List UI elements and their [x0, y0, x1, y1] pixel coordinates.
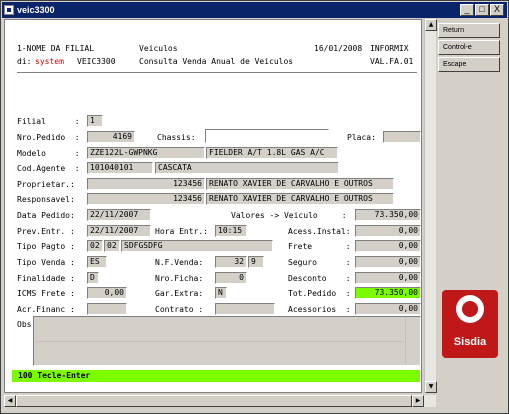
- version-code: VAL.FA.01: [370, 57, 414, 66]
- placa-label: Placa:: [347, 133, 376, 142]
- pedido-label: Nro.Pedido :: [17, 133, 80, 142]
- tipo-pagto-desc: SDFGSDFG: [121, 240, 273, 252]
- action-button-panel: Return Control-e Escape: [438, 23, 500, 74]
- desconto-label: Desconto :: [288, 274, 351, 283]
- tot-pedido-field: 73.350,00: [355, 287, 421, 299]
- window-title: veic3300: [17, 5, 55, 15]
- scroll-right-icon[interactable]: ▶: [412, 395, 424, 407]
- chassis-input[interactable]: [205, 129, 329, 143]
- seguro-field[interactable]: 0,00: [355, 256, 421, 268]
- responsavel-label: Responsavel:: [17, 195, 75, 204]
- app-window: veic3300 _ □ X 1-NOME DA FILIAL Veiculos…: [0, 0, 509, 414]
- minimize-button[interactable]: _: [460, 4, 474, 16]
- frete-field[interactable]: 0,00: [355, 240, 421, 252]
- branch-name: 1-NOME DA FILIAL: [17, 44, 95, 53]
- scroll-up-icon[interactable]: ▲: [425, 19, 437, 31]
- obs-textarea[interactable]: [33, 316, 421, 366]
- proprietario-label: Proprietar.:: [17, 180, 75, 189]
- proprietario-name-field: RENATO XAVIER DE CARVALHO E OUTROS: [206, 178, 394, 190]
- nf-venda-label: N.F.Venda:: [155, 258, 204, 267]
- nf-venda-field-2[interactable]: 9: [248, 256, 264, 268]
- status-message: 100 Tecle-Enter: [18, 371, 91, 380]
- acr-financ-field[interactable]: [87, 303, 127, 315]
- obs-text-area: [34, 317, 406, 365]
- program-code: VEIC3300: [77, 57, 116, 66]
- scroll-left-icon[interactable]: ◀: [4, 395, 16, 407]
- placa-field[interactable]: [383, 131, 421, 143]
- finalidade-label: Finalidade :: [17, 274, 75, 283]
- logo-text: Sisdia: [453, 336, 487, 348]
- gar-extra-field[interactable]: N: [215, 287, 227, 299]
- tipo-pagto-code2[interactable]: 02: [104, 240, 120, 252]
- prev-entr-label: Prev.Entr. :: [17, 227, 75, 236]
- filial-label: Filial :: [17, 117, 80, 126]
- nro-ficha-field[interactable]: 0: [215, 272, 247, 284]
- veiculo-value-field[interactable]: 73.350,00: [355, 209, 421, 221]
- icms-frete-label: ICMS Frete :: [17, 289, 75, 298]
- modelo-desc-field: FIELDER A/T 1.8L GAS A/C: [206, 147, 338, 159]
- terminal-screen: 1-NOME DA FILIAL Veiculos 16/01/2008 INF…: [4, 19, 422, 393]
- contrato-field[interactable]: [215, 303, 275, 315]
- responsavel-code-field[interactable]: 123456: [87, 193, 205, 205]
- agente-label: Cod.Agente :: [17, 164, 80, 173]
- tipo-pagto-label: Tipo Pagto :: [17, 242, 75, 251]
- acess-field[interactable]: 0,00: [355, 225, 421, 237]
- proprietario-code-field[interactable]: 123456: [87, 178, 205, 190]
- seguro-label: Seguro :: [288, 258, 351, 267]
- prev-entr-field[interactable]: 22/11/2007: [87, 225, 151, 237]
- frete-label: Frete :: [288, 242, 351, 251]
- valores-veiculo-label: Valores -> Veiculo :: [231, 211, 347, 220]
- modelo-label: Modelo :: [17, 149, 80, 158]
- scroll-down-icon[interactable]: ▼: [425, 381, 437, 393]
- tipo-venda-field[interactable]: ES: [87, 256, 107, 268]
- acr-financ-label: Acr.Financ :: [17, 305, 75, 314]
- acessorios-label: Acessorios :: [288, 305, 351, 314]
- sisdia-logo: Sisdia: [442, 290, 498, 358]
- acess-label: Acess.Instal:: [288, 227, 351, 236]
- screen-title: Consulta Venda Anual de Veiculos: [139, 57, 294, 66]
- user-name: system: [35, 57, 64, 66]
- horizontal-scroll-thumb[interactable]: [16, 395, 412, 407]
- hora-entr-label: Hora Entr.:: [155, 227, 208, 236]
- database-name: INFORMIX: [370, 44, 409, 53]
- modelo-code-field[interactable]: ZZE122L-GWPNKG: [87, 147, 205, 159]
- header-date: 16/01/2008: [314, 44, 363, 53]
- data-pedido-field[interactable]: 22/11/2007: [87, 209, 151, 221]
- close-button[interactable]: X: [490, 4, 504, 16]
- horizontal-scrollbar[interactable]: ◀ ▶: [4, 395, 436, 407]
- hora-entr-field[interactable]: 10:15: [215, 225, 247, 237]
- obs-line-divider: [36, 341, 404, 342]
- module-title: Veiculos: [139, 44, 178, 53]
- finalidade-field[interactable]: D: [87, 272, 99, 284]
- logo-ring-icon: [456, 295, 484, 323]
- nro-ficha-label: Nro.Ficha:: [155, 274, 204, 283]
- filial-field[interactable]: 1: [87, 115, 103, 127]
- chassis-label: Chassis:: [157, 133, 196, 142]
- obs-label: Obs: [17, 320, 32, 329]
- acessorios-field[interactable]: 0,00: [355, 303, 421, 315]
- header-divider: [17, 72, 417, 74]
- tot-pedido-label: Tot.Pedido :: [288, 289, 351, 298]
- agente-code-field[interactable]: 101040101: [87, 162, 153, 174]
- gar-extra-label: Gar.Extra:: [155, 289, 204, 298]
- status-message-bar: 100 Tecle-Enter: [12, 370, 420, 382]
- contrato-label: Contrato :: [155, 305, 204, 314]
- nf-venda-field-1[interactable]: 32: [215, 256, 247, 268]
- return-button[interactable]: Return: [438, 23, 500, 38]
- app-icon: [4, 5, 14, 15]
- vertical-scrollbar[interactable]: ▲ ▼: [424, 19, 437, 393]
- title-bar: veic3300 _ □ X: [2, 2, 507, 18]
- responsavel-name-field: RENATO XAVIER DE CARVALHO E OUTROS: [206, 193, 394, 205]
- icms-frete-field[interactable]: 0,00: [87, 287, 127, 299]
- control-e-button[interactable]: Control-e: [438, 40, 500, 55]
- agente-name-field: CASCATA: [155, 162, 339, 174]
- user-prefix: di:: [17, 57, 32, 66]
- pedido-field[interactable]: 4169: [87, 131, 135, 143]
- maximize-button[interactable]: □: [475, 4, 489, 16]
- data-pedido-label: Data Pedido:: [17, 211, 75, 220]
- escape-button[interactable]: Escape: [438, 57, 500, 72]
- tipo-venda-label: Tipo Venda :: [17, 258, 75, 267]
- tipo-pagto-code1[interactable]: 02: [87, 240, 103, 252]
- desconto-field[interactable]: 0,00: [355, 272, 421, 284]
